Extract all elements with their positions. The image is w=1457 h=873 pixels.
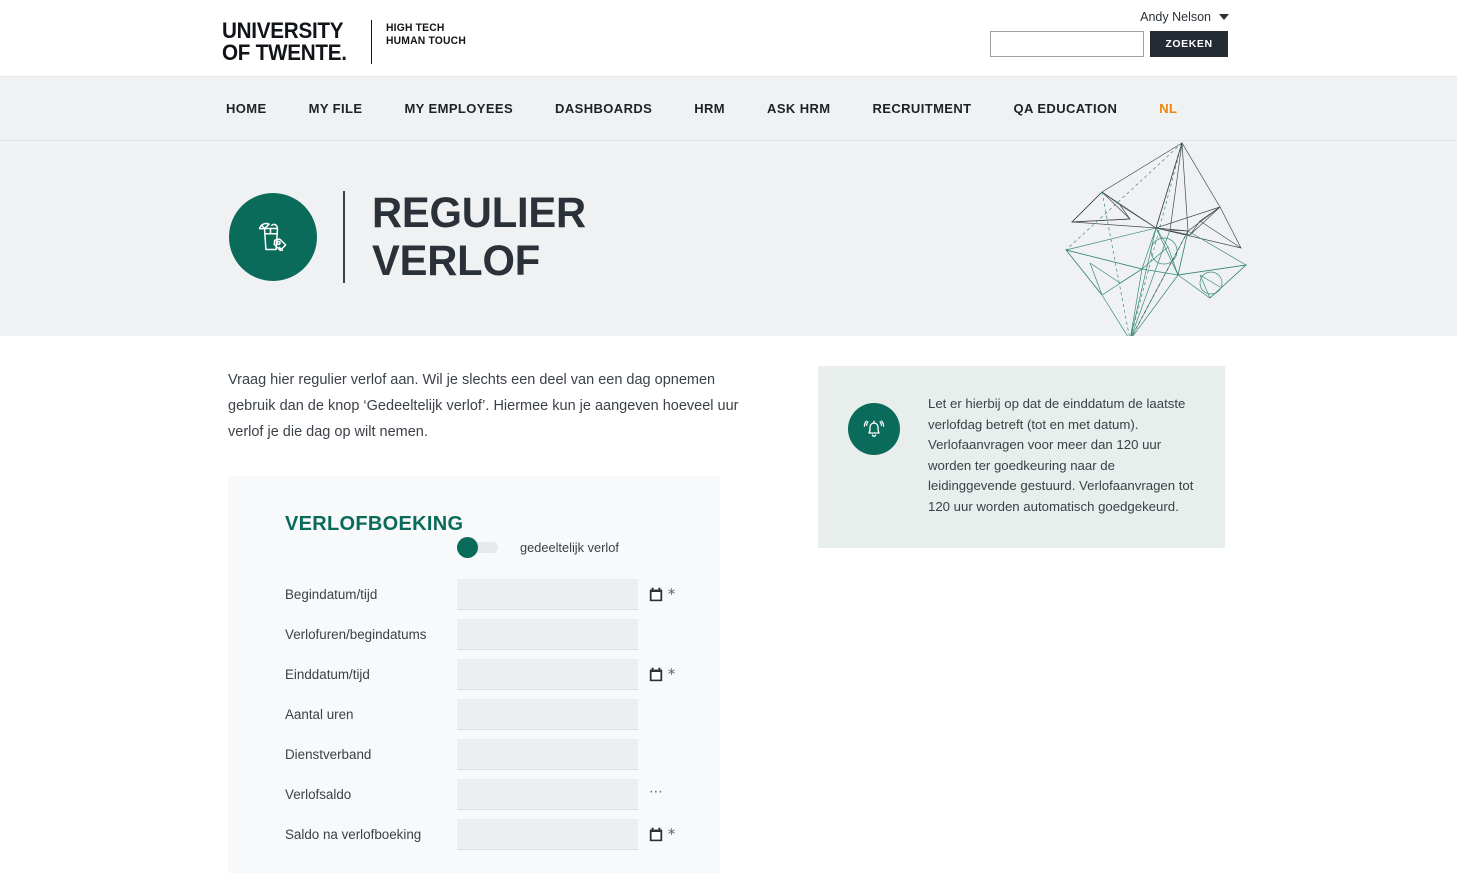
field-label: Verlofsaldo	[285, 786, 352, 802]
field-einddatum-tijd: Einddatum/tijd ∗	[285, 654, 705, 694]
search-area: ZOEKEN	[990, 31, 1228, 57]
field-label: Einddatum/tijd	[285, 666, 370, 682]
user-menu[interactable]: Andy Nelson	[1140, 10, 1229, 24]
intro-text: Vraag hier regulier verlof aan. Wil je s…	[228, 372, 739, 440]
logo-tagline: HIGH TECH HUMAN TOUCH	[385, 22, 466, 47]
more-options-icon[interactable]: ⋯	[649, 784, 664, 804]
einddatum-tijd-input[interactable]	[457, 658, 638, 690]
field-label: Dienstverband	[285, 746, 372, 762]
field-verlofsaldo: Verlofsaldo ⋯	[285, 774, 705, 814]
leave-icon-badge	[229, 193, 317, 281]
page-title: REGULIER VERLOF	[372, 189, 586, 285]
wireframe-star-graphic	[1065, 142, 1248, 336]
nav-item-my-file[interactable]: MY FILE	[309, 101, 363, 116]
dienstverband-input[interactable]	[457, 738, 638, 770]
field-label: Verlofuren/begindatums	[285, 626, 427, 642]
nav-item-recruitment[interactable]: RECRUITMENT	[873, 101, 972, 116]
field-aantal-uren: Aantal uren	[285, 694, 705, 734]
search-button[interactable]: ZOEKEN	[1150, 31, 1228, 57]
search-input[interactable]	[990, 31, 1144, 57]
nav-item-hrm[interactable]: HRM	[694, 101, 725, 116]
cocktail-drink-tag-icon	[258, 222, 287, 252]
nav-item-my-employees[interactable]: MY EMPLOYEES	[404, 101, 513, 116]
partial-leave-toggle-label: gedeeltelijk verlof	[520, 540, 619, 555]
field-adornment: ∗	[649, 824, 676, 844]
chevron-down-icon	[1219, 14, 1229, 20]
field-label: Aantal uren	[285, 706, 354, 722]
partial-leave-toggle[interactable]	[457, 537, 498, 558]
field-adornment: ⋯	[649, 784, 664, 804]
aantal-uren-input[interactable]	[457, 698, 638, 730]
notice-icon-badge	[848, 403, 900, 455]
main-content: Vraag hier regulier verlof aan. Wil je s…	[0, 336, 1457, 873]
field-label: Saldo na verlofboeking	[285, 826, 422, 842]
field-dienstverband: Dienstverband	[285, 734, 705, 774]
form-fields: Begindatum/tijd ∗ Verlofuren/begindatums	[285, 574, 705, 854]
university-logo[interactable]: UNIVERSITY OF TWENTE. HIGH TECH HUMAN TO…	[222, 20, 471, 64]
field-begindatum-tijd: Begindatum/tijd ∗	[285, 574, 705, 614]
top-bar: UNIVERSITY OF TWENTE. HIGH TECH HUMAN TO…	[0, 0, 1457, 76]
field-verlofuren-begindatums: Verlofuren/begindatums	[285, 614, 705, 654]
field-label: Begindatum/tijd	[285, 586, 378, 602]
notice-box: Let er hierbij op dat de einddatum de la…	[818, 366, 1225, 548]
hero-divider	[343, 191, 345, 283]
bell-icon	[863, 420, 885, 437]
logo-divider	[370, 20, 372, 64]
nav-item-qa-education[interactable]: QA EDUCATION	[1014, 101, 1118, 116]
notice-text: Let er hierbij op dat de einddatum de la…	[928, 396, 1194, 514]
nav-item-home[interactable]: HOME	[226, 101, 267, 116]
saldo-na-verlofboeking-input[interactable]	[457, 818, 638, 850]
calendar-icon[interactable]	[649, 827, 663, 842]
panel-title: VERLOFBOEKING	[285, 513, 464, 535]
partial-leave-toggle-row: gedeeltelijk verlof	[457, 537, 619, 558]
field-saldo-na-verlofboeking: Saldo na verlofboeking ∗	[285, 814, 705, 854]
toggle-knob	[457, 537, 478, 558]
nav-item-dashboards[interactable]: DASHBOARDS	[555, 101, 652, 116]
required-marker: ∗	[667, 826, 677, 838]
nav-item-language[interactable]: NL	[1159, 101, 1177, 116]
calendar-icon[interactable]	[649, 587, 663, 602]
verlofsaldo-input[interactable]	[457, 778, 638, 810]
page-hero: REGULIER VERLOF	[0, 141, 1457, 336]
hero-content: REGULIER VERLOF	[229, 189, 593, 285]
begindatum-tijd-input[interactable]	[457, 578, 638, 610]
verlofuren-begindatums-input[interactable]	[457, 618, 638, 650]
user-name-label: Andy Nelson	[1140, 10, 1211, 24]
field-adornment: ∗	[649, 584, 676, 604]
calendar-icon[interactable]	[649, 667, 663, 682]
required-marker: ∗	[667, 586, 677, 598]
logo-wordmark: UNIVERSITY OF TWENTE.	[222, 18, 347, 65]
nav-item-ask-hrm[interactable]: ASK HRM	[767, 101, 830, 116]
leave-booking-panel: VERLOFBOEKING gedeeltelijk verlof Begind…	[228, 476, 720, 873]
main-navigation: HOME MY FILE MY EMPLOYEES DASHBOARDS HRM…	[0, 76, 1457, 141]
field-adornment: ∗	[649, 664, 676, 684]
required-marker: ∗	[667, 666, 677, 678]
